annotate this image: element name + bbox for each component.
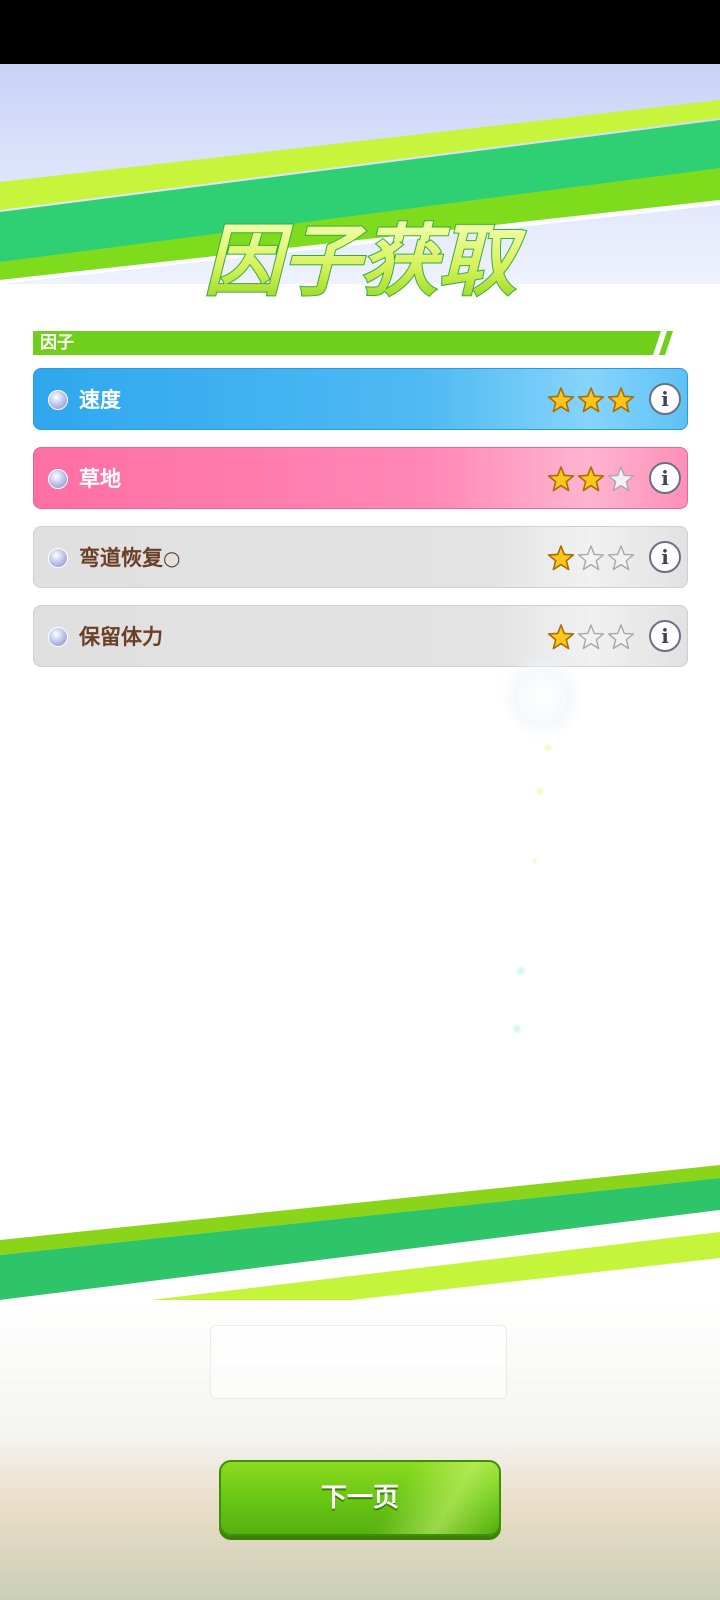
star-filled-icon: [547, 545, 575, 571]
factor-name: 保留体力: [79, 625, 163, 649]
page-title: 因子获取: [150, 210, 570, 310]
star-empty-icon: [577, 624, 605, 650]
faded-panel-text: [211, 1326, 506, 1398]
sparkle-effect: [515, 965, 527, 977]
star-rating: [547, 544, 635, 572]
factor-row-stamina-keep[interactable]: 保留体力 i: [33, 605, 688, 667]
faded-panel: [210, 1325, 507, 1399]
star-rating: [547, 623, 635, 651]
info-icon[interactable]: i: [649, 541, 681, 573]
star-empty-icon: [607, 545, 635, 571]
sparkle-effect: [500, 655, 585, 740]
star-filled-icon: [577, 466, 605, 492]
factor-row-corner-recovery[interactable]: 弯道恢复○ i: [33, 526, 688, 588]
star-filled-icon: [547, 466, 575, 492]
star-empty-icon: [607, 466, 635, 492]
star-filled-icon: [547, 624, 575, 650]
info-icon[interactable]: i: [649, 462, 681, 494]
info-icon[interactable]: i: [649, 383, 681, 415]
star-empty-icon: [607, 624, 635, 650]
next-page-label: 下一页: [320, 1483, 399, 1513]
factor-name: 草地: [79, 467, 121, 491]
bullet-dot-icon: [48, 548, 68, 568]
factor-name: 速度: [79, 388, 121, 412]
factor-row-turf[interactable]: 草地 i: [33, 447, 688, 509]
star-rating: [547, 386, 635, 414]
title-text: 因子获取: [204, 217, 527, 307]
bullet-dot-icon: [48, 627, 68, 647]
bullet-dot-icon: [48, 469, 68, 489]
sparkle-effect: [543, 742, 553, 752]
factor-row-speed[interactable]: 速度 i: [33, 368, 688, 430]
factor-name: 弯道恢复○: [79, 546, 181, 570]
info-icon[interactable]: i: [649, 620, 681, 652]
next-page-button[interactable]: 下一页: [219, 1460, 501, 1536]
star-rating: [547, 465, 635, 493]
sparkle-effect: [511, 1023, 523, 1035]
sparkle-effect: [535, 786, 545, 796]
star-filled-icon: [547, 387, 575, 413]
bullet-dot-icon: [48, 390, 68, 410]
star-empty-icon: [577, 545, 605, 571]
section-header-bar: [33, 331, 673, 355]
sparkle-effect: [531, 857, 539, 865]
star-filled-icon: [607, 387, 635, 413]
section-label: 因子: [40, 333, 74, 353]
star-filled-icon: [577, 387, 605, 413]
